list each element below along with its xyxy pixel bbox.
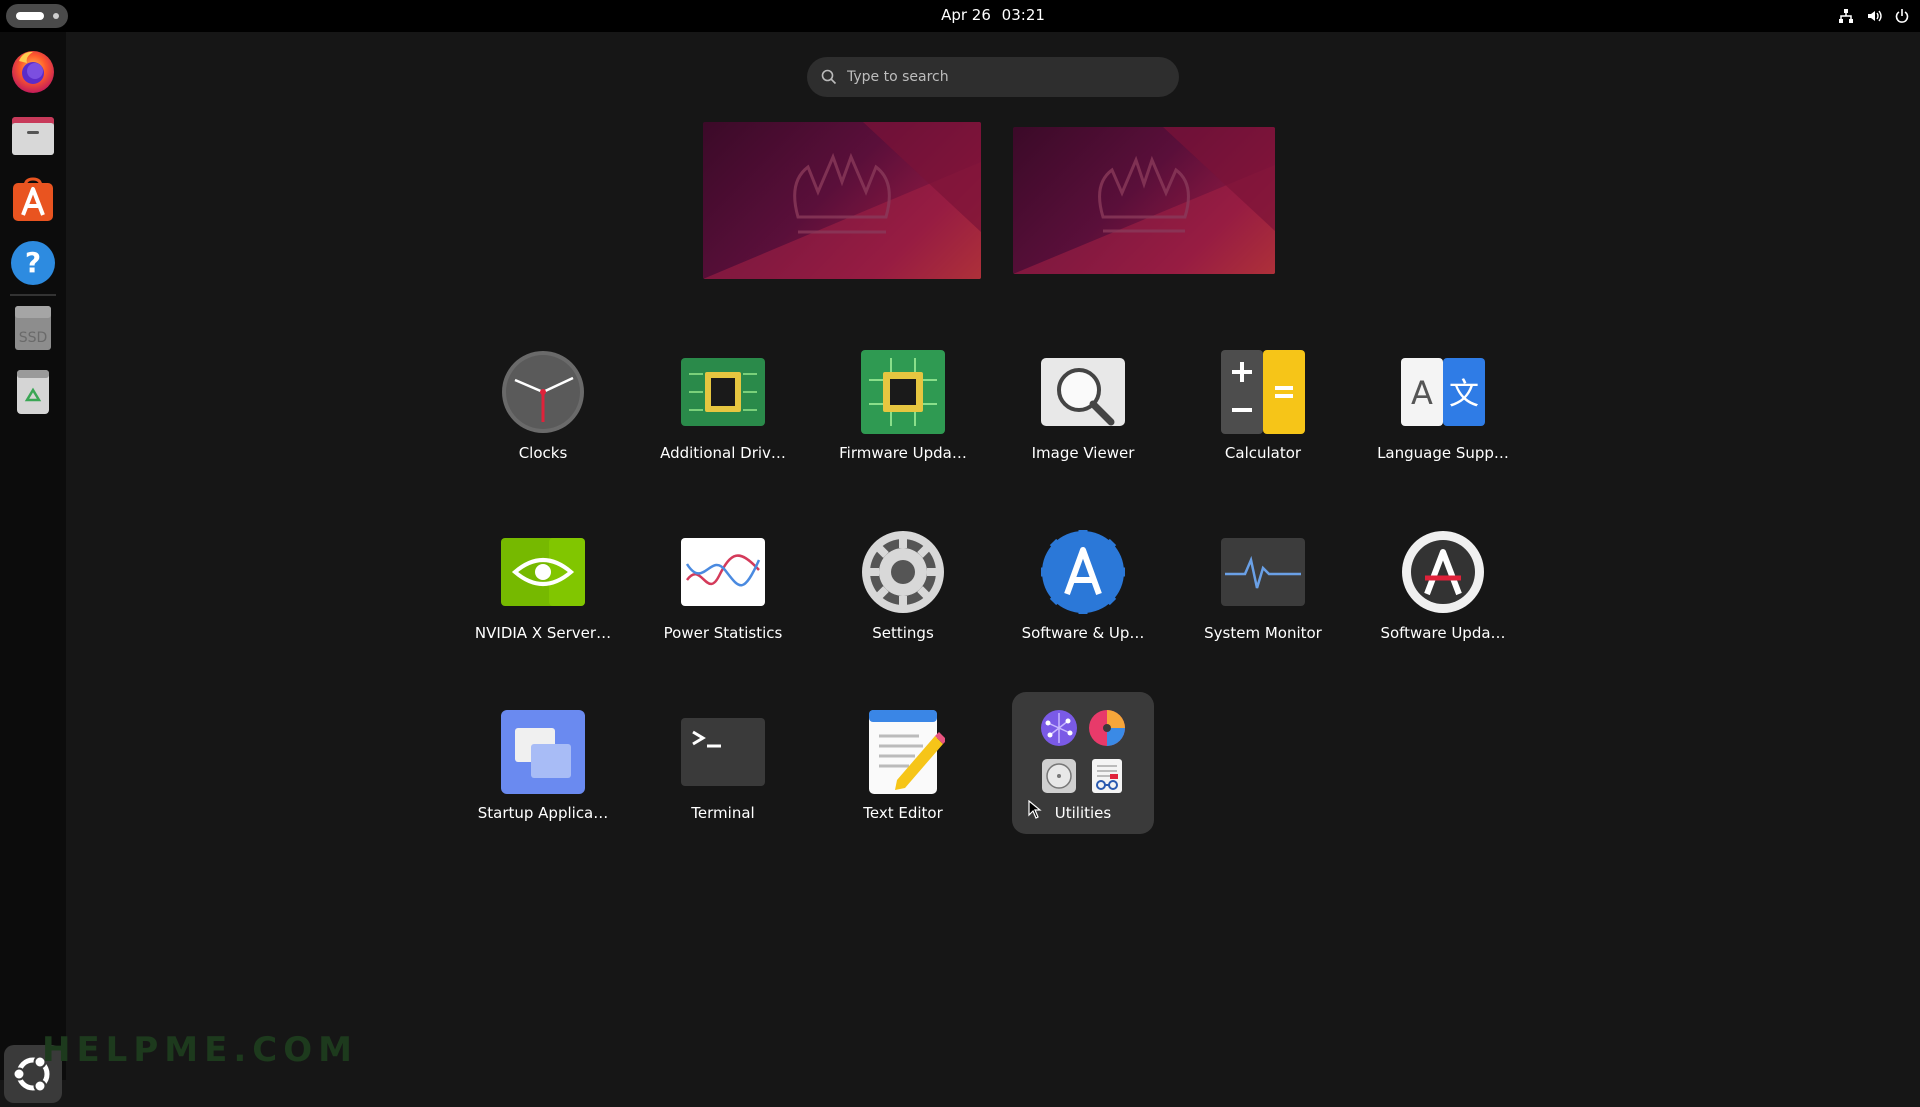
search-input[interactable] (847, 57, 1167, 97)
app-label: Startup Applica… (477, 804, 609, 822)
app-software-updater[interactable]: Software Upda… (1363, 518, 1523, 658)
app-system-monitor[interactable]: System Monitor (1183, 518, 1343, 658)
language-icon: A 文 (1401, 358, 1485, 426)
dock-item-help[interactable]: ? (9, 239, 57, 287)
ssd-drive-label: SSD (18, 330, 48, 346)
svg-text:A: A (1411, 374, 1433, 412)
app-label: Firmware Upda… (839, 444, 967, 462)
dock-item-files[interactable] (9, 111, 57, 159)
chip-icon (681, 358, 765, 426)
workspace-indicator-inactive (53, 13, 59, 19)
activities-button[interactable] (6, 4, 68, 28)
top-bar: Apr 26 03:21 (0, 0, 1920, 32)
nvidia-icon (501, 538, 585, 606)
software-updater-icon (1402, 531, 1484, 613)
search-icon (821, 69, 837, 85)
network-icon[interactable] (1838, 8, 1854, 24)
terminal-icon (681, 718, 765, 786)
svg-text:?: ? (25, 246, 41, 279)
system-tray[interactable] (1838, 6, 1910, 26)
workspace-indicator-active (16, 12, 44, 20)
document-viewer-icon (1092, 759, 1122, 793)
app-firmware-updater[interactable]: Firmware Upda… (823, 338, 983, 478)
mouse-pointer-icon (1028, 800, 1042, 819)
disk-usage-icon (1089, 710, 1125, 746)
network-graph-icon (1041, 710, 1077, 746)
dock: ? SSD (0, 32, 66, 1103)
app-label: Terminal (691, 804, 755, 822)
app-label: Language Supp… (1377, 444, 1509, 462)
app-additional-drivers[interactable]: Additional Driv… (643, 338, 803, 478)
system-monitor-icon (1221, 538, 1305, 606)
app-startup-applications[interactable]: Startup Applica… (463, 698, 623, 838)
date-label: Apr 26 (941, 6, 991, 24)
app-terminal[interactable]: Terminal (643, 698, 803, 838)
app-label: Power Statistics (663, 624, 783, 642)
app-label: System Monitor (1204, 624, 1322, 642)
time-label: 03:21 (1001, 6, 1045, 24)
date-time-button[interactable]: Apr 26 03:21 (900, 0, 1086, 32)
app-software-and-updates[interactable]: Software & Up… (1003, 518, 1163, 658)
app-label: Software Upda… (1380, 624, 1506, 642)
dock-item-trash[interactable] (9, 368, 57, 416)
dock-separator (10, 294, 56, 296)
app-language-support[interactable]: A 文 Language Supp… (1363, 338, 1523, 478)
app-label: Calculator (1224, 444, 1302, 462)
app-center-icon (13, 177, 53, 221)
app-settings[interactable]: Settings (823, 518, 983, 658)
dock-item-app-center[interactable] (9, 175, 57, 223)
trash-icon (17, 370, 49, 414)
dock-item-ssd-drive[interactable]: SSD (9, 304, 57, 352)
search-bar[interactable] (807, 57, 1179, 97)
power-icon[interactable] (1894, 8, 1910, 24)
app-calculator[interactable]: Calculator (1183, 338, 1343, 478)
workspace-thumbnail-1[interactable] (703, 122, 981, 279)
app-label: Software & Up… (1021, 624, 1145, 642)
app-label: Settings (872, 624, 934, 642)
help-icon: ? (11, 241, 55, 285)
svg-text:文: 文 (1449, 377, 1479, 412)
disks-icon (1042, 759, 1076, 793)
dock-item-firefox[interactable] (9, 47, 57, 95)
app-label: Clocks (518, 444, 568, 462)
volume-icon[interactable] (1866, 8, 1882, 24)
clock-icon (502, 351, 584, 433)
power-statistics-icon (681, 538, 765, 606)
app-clocks[interactable]: Clocks (463, 338, 623, 478)
watermark: HELPME.COM (42, 1030, 358, 1070)
firefox-icon (12, 51, 54, 93)
app-power-statistics[interactable]: Power Statistics (643, 518, 803, 658)
startup-apps-icon (501, 710, 585, 794)
app-label: Text Editor (863, 804, 943, 822)
text-editor-icon (869, 710, 945, 794)
workspace-thumbnail-2[interactable] (1013, 127, 1275, 274)
gear-icon (862, 531, 944, 613)
app-text-editor[interactable]: Text Editor (823, 698, 983, 838)
calculator-icon (1221, 350, 1305, 434)
app-image-viewer[interactable]: Image Viewer (1003, 338, 1163, 478)
app-label: Additional Driv… (660, 444, 786, 462)
software-sources-icon (1041, 530, 1125, 614)
magnifier-icon (1041, 358, 1125, 426)
app-label: NVIDIA X Server… (474, 624, 612, 642)
files-icon (12, 117, 54, 155)
chip-icon (861, 350, 945, 434)
app-label: Image Viewer (1031, 444, 1135, 462)
app-nvidia-settings[interactable]: NVIDIA X Server… (463, 518, 623, 658)
